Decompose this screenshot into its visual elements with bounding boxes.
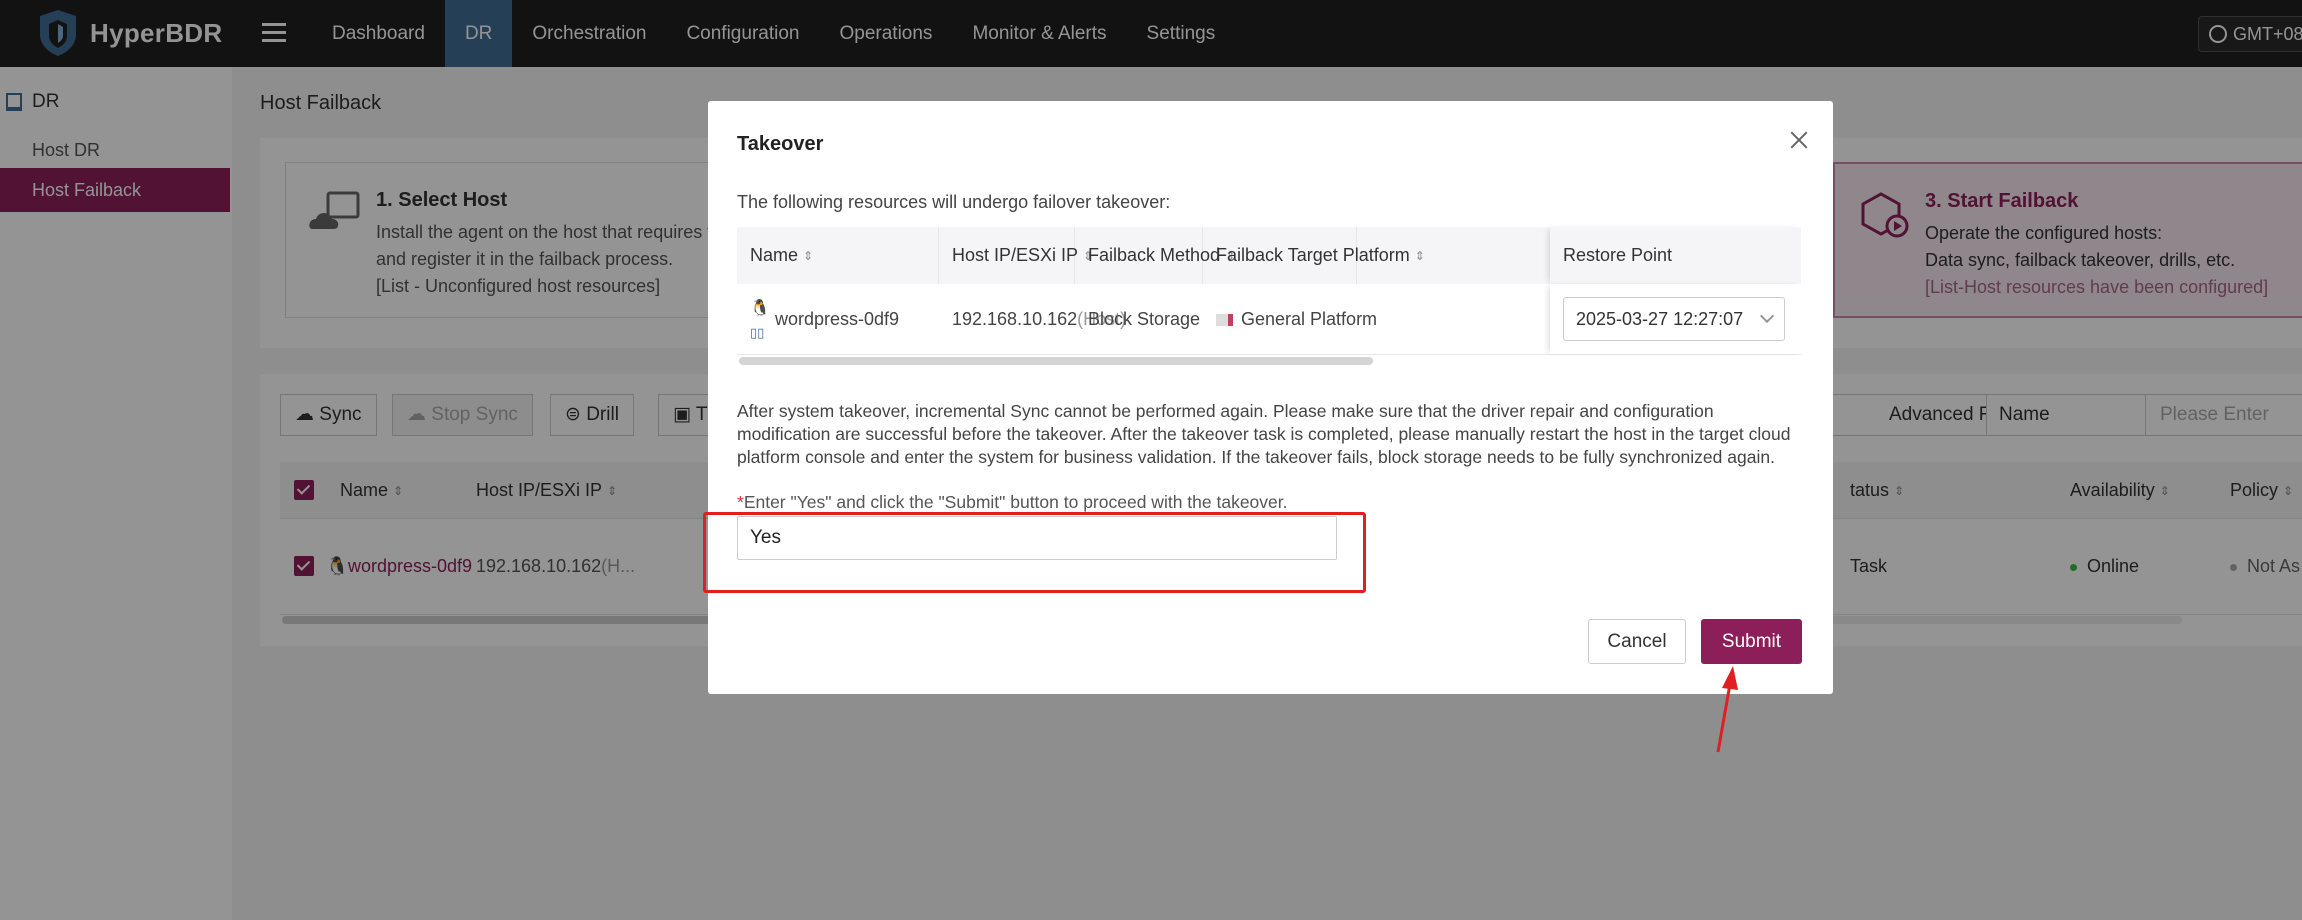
- confirm-prompt-text: Enter "Yes" and click the "Submit" butto…: [743, 492, 1288, 512]
- cancel-button[interactable]: Cancel: [1588, 619, 1686, 664]
- table-header: Name ⇕ Host IP/ESXi IP ⇕ Failback Method ⇕ …: [737, 227, 1801, 284]
- chevron-down-icon: [1759, 308, 1775, 324]
- arrow-annotation-icon: [1716, 666, 1738, 753]
- col-failback-method[interactable]: Failback Method ⇕: [1075, 227, 1235, 284]
- target-platform-text: General Platform: [1241, 309, 1378, 329]
- col-restore-point: Restore Point: [1550, 227, 1801, 284]
- target-platform: General Platform: [1203, 284, 1377, 354]
- restore-point-value: 2025-03-27 12:27:07: [1576, 309, 1744, 329]
- table-scrollbar[interactable]: [739, 357, 1803, 365]
- confirm-prompt: *Enter "Yes" and click the "Submit" butt…: [737, 492, 1288, 513]
- col-ip[interactable]: Host IP/ESXi IP ⇕: [939, 227, 1093, 284]
- col-name-label: Name: [750, 245, 799, 265]
- close-icon[interactable]: [1786, 127, 1812, 153]
- col-ip-label: Host IP/ESXi IP: [952, 245, 1079, 265]
- required-mark: *: [737, 492, 744, 512]
- col-platform-label: Failback Target Platform: [1216, 245, 1410, 265]
- col-target-platform[interactable]: Failback Target Platform ⇕: [1203, 227, 1425, 284]
- dialog-title: Takeover: [737, 133, 824, 155]
- restore-point-select[interactable]: 2025-03-27 12:27:07: [1563, 297, 1785, 341]
- host-ip-value: 192.168.10.162: [952, 309, 1078, 329]
- submit-button[interactable]: Submit: [1701, 619, 1802, 664]
- sort-icon: ⇕: [803, 249, 814, 264]
- platform-icon: [1216, 314, 1233, 326]
- dialog-intro: The following resources will undergo fai…: [737, 192, 1171, 212]
- takeover-dialog: Takeover The following resources will un…: [708, 101, 1833, 694]
- sort-icon: ⇕: [1414, 249, 1425, 264]
- host-name-link[interactable]: wordpress-0df9: [762, 284, 899, 354]
- takeover-warning: After system takeover, incremental Sync …: [737, 401, 1791, 467]
- restore-point-cell: 2025-03-27 12:27:07: [1550, 284, 1801, 354]
- col-method-label: Failback Method: [1088, 245, 1221, 265]
- failback-method: Block Storage: [1088, 309, 1201, 329]
- table-row[interactable]: 🐧 ▯▯ wordpress-0df9 192.168.10.162(Host)…: [737, 284, 1801, 355]
- highlight-annotation: [703, 512, 1366, 593]
